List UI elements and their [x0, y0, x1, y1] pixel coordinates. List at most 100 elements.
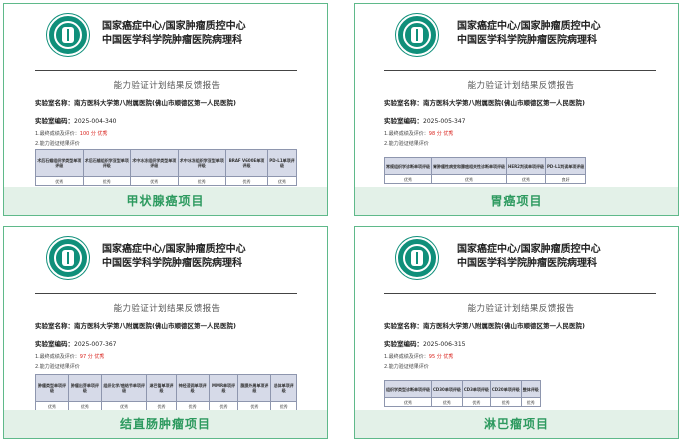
hospital-emblem-icon — [396, 237, 438, 279]
final-score-line: 1.最终成绩及评价：98 分 优秀 — [384, 130, 453, 137]
lab-code-line: 实验室编码：2025-004-340 — [35, 115, 117, 125]
institution-line-2: 中国医学科学院肿瘤医院病理科 — [102, 258, 242, 269]
header-divider — [384, 293, 656, 294]
lab-code-label: 实验室编码： — [384, 117, 423, 125]
report-title: 能力验证计划结果反馈报告 — [113, 304, 221, 314]
lab-code-line: 实验室编码：2025-007-367 — [35, 338, 117, 348]
institution-line-2: 中国医学科学院肿瘤医院病理科 — [102, 35, 242, 46]
report-card-colorectal[interactable]: 国家癌症中心/国家肿瘤质控中心 中国医学科学院肿瘤医院病理科 能力验证计划结果反… — [3, 226, 328, 439]
project-caption: 结直肠肿瘤项目 — [4, 410, 327, 438]
institution-line-1: 国家癌症中心/国家肿瘤质控中心 — [457, 21, 601, 32]
project-caption: 淋巴瘤项目 — [355, 410, 678, 438]
table-value-cell: 优秀 — [431, 397, 463, 407]
hospital-emblem-icon — [47, 14, 89, 56]
lab-name-value: 南方医科大学第八附属医院(佛山市顺德区第一人民医院) — [74, 99, 236, 107]
lab-name-label: 实验室名称： — [35, 99, 74, 107]
institution-line-2: 中国医学科学院肿瘤医院病理科 — [457, 35, 597, 46]
institution-name: 国家癌症中心/国家肿瘤质控中心 中国医学科学院肿瘤医院病理科 — [457, 20, 601, 48]
table-header-cell: 淋巴管单项评级 — [146, 374, 177, 402]
table-header-cell: 总体单项评级 — [270, 374, 297, 402]
table-header-cell: 术后石蜡组织学亚型单项评级 — [82, 149, 131, 177]
table-value-cell: 优秀 — [384, 397, 432, 407]
report-card-gastric[interactable]: 国家癌症中心/国家肿瘤质控中心 中国医学科学院肿瘤医院病理科 能力验证计划结果反… — [354, 3, 679, 216]
lab-code-label: 实验室编码： — [35, 340, 74, 348]
report-title: 能力验证计划结果反馈报告 — [467, 81, 575, 91]
lab-name-label: 实验室名称： — [384, 99, 423, 107]
table-header-cell: HER2判读单项评级 — [506, 157, 546, 175]
table-value-cell: 优秀 — [82, 176, 131, 186]
lab-code-label: 实验室编码： — [35, 117, 74, 125]
lab-name-line: 实验室名称：南方医科大学第八附属医院(佛山市顺德区第一人民医院) — [35, 97, 236, 107]
final-score-value: 95 分 优秀 — [428, 354, 454, 360]
lab-code-label: 实验室编码： — [384, 340, 423, 348]
report-title: 能力验证计划结果反馈报告 — [113, 81, 221, 91]
final-score-line: 1.最终成绩及评价：100 分 优秀 — [35, 130, 108, 137]
institution-name: 国家癌症中心/国家肿瘤质控中心 中国医学科学院肿瘤医院病理科 — [102, 243, 246, 271]
final-score-line: 1.最终成绩及评价：97 分 优秀 — [35, 353, 104, 360]
table-value-cell: 优秀 — [461, 397, 491, 407]
table-header-cell: 术中冰冻组织学亚型单项评级 — [177, 149, 226, 177]
table-value-cell: 优秀 — [520, 397, 541, 407]
final-score-line: 1.最终成绩及评价：95 分 优秀 — [384, 353, 453, 360]
lab-code-line: 实验室编码：2025-005-347 — [384, 115, 466, 125]
evaluation-label: 2.能力验证结果评价 — [384, 141, 429, 147]
institution-line-1: 国家癌症中心/国家肿瘤质控中心 — [457, 244, 601, 255]
report-title: 能力验证计划结果反馈报告 — [467, 304, 575, 314]
report-card-lymphoma[interactable]: 国家癌症中心/国家肿瘤质控中心 中国医学科学院肿瘤医院病理科 能力验证计划结果反… — [354, 226, 679, 439]
table-value-cell: 良好 — [544, 174, 587, 184]
report-document: 国家癌症中心/国家肿瘤质控中心 中国医学科学院肿瘤医院病理科 能力验证计划结果反… — [33, 4, 301, 189]
table-value-cell: 优秀 — [35, 176, 84, 186]
final-score-label: 1.最终成绩及评价： — [384, 131, 429, 137]
evaluation-label: 2.能力验证结果评价 — [35, 141, 80, 147]
table-value-cell: 优秀 — [266, 176, 298, 186]
table-header-cell: 神经浸润单项评级 — [175, 374, 210, 402]
final-score-value: 98 分 优秀 — [428, 131, 454, 137]
evaluation-label: 2.能力验证结果评价 — [384, 364, 429, 370]
table-header-cell: 常规组织学诊断单项评级 — [384, 157, 432, 175]
lab-code-value: 2025-006-315 — [423, 341, 466, 348]
table-header-cell: 组织化学/癌结节单项评级 — [100, 374, 148, 402]
report-card-thyroid[interactable]: 国家癌症中心/国家肿瘤质控中心 中国医学科学院肿瘤医院病理科 能力验证计划结果反… — [3, 3, 328, 216]
table-header-cell: 术中冰冻组织学类型单项评级 — [130, 149, 179, 177]
institution-line-1: 国家癌症中心/国家肿瘤质控中心 — [102, 21, 246, 32]
lab-code-value: 2025-004-340 — [74, 118, 117, 125]
table-header-cell: 胃肿瘤性病变和腺癌相关性诊断单项评级 — [431, 157, 507, 175]
report-header: 国家癌症中心/国家肿瘤质控中心 中国医学科学院肿瘤医院病理科 — [33, 14, 301, 68]
report-header: 国家癌症中心/国家肿瘤质控中心 中国医学科学院肿瘤医院病理科 — [382, 14, 660, 68]
header-divider — [35, 70, 297, 71]
table-header-cell: 整体评级 — [520, 380, 541, 398]
lab-name-value: 南方医科大学第八附属医院(佛山市顺德区第一人民医院) — [423, 99, 585, 107]
table-header-cell: 组织学类型诊断单项评级 — [384, 380, 432, 398]
table-header-cell: PD-L1判读单项评级 — [544, 157, 587, 175]
final-score-label: 1.最终成绩及评价： — [35, 131, 80, 137]
table-header-cell: 腹膜外周单项评级 — [237, 374, 272, 402]
table-value-cell: 优秀 — [384, 174, 432, 184]
final-score-value: 100 分 优秀 — [79, 131, 108, 137]
table-value-cell: 优秀 — [506, 174, 546, 184]
hospital-emblem-icon — [47, 237, 89, 279]
report-document: 国家癌症中心/国家肿瘤质控中心 中国医学科学院肿瘤医院病理科 能力验证计划结果反… — [33, 227, 301, 412]
lab-name-value: 南方医科大学第八附属医院(佛山市顺德区第一人民医院) — [423, 322, 585, 330]
lab-name-line: 实验室名称：南方医科大学第八附属医院(佛山市顺德区第一人民医院) — [35, 320, 236, 330]
final-score-label: 1.最终成绩及评价： — [35, 354, 80, 360]
evaluation-label: 2.能力验证结果评价 — [35, 364, 80, 370]
lab-code-value: 2025-007-367 — [74, 341, 117, 348]
table-value-cell: 优秀 — [177, 176, 226, 186]
report-document: 国家癌症中心/国家肿瘤质控中心 中国医学科学院肿瘤医院病理科 能力验证计划结果反… — [382, 4, 660, 189]
table-value-cell: 优秀 — [431, 174, 507, 184]
table-header-cell: 肿瘤类型单项评级 — [35, 374, 69, 402]
institution-line-2: 中国医学科学院肿瘤医院病理科 — [457, 258, 597, 269]
table-header-cell: CD30单项评级 — [431, 380, 463, 398]
evaluation-table: 肿瘤类型单项评级 肿瘤出芽单项评级 组织化学/癌结节单项评级 淋巴管单项评级 神… — [35, 374, 297, 411]
report-document: 国家癌症中心/国家肿瘤质控中心 中国医学科学院肿瘤医院病理科 能力验证计划结果反… — [382, 227, 660, 412]
table-value-cell: 优秀 — [489, 397, 522, 407]
header-divider — [35, 293, 297, 294]
lab-name-line: 实验室名称：南方医科大学第八附属医院(佛山市顺德区第一人民医院) — [384, 97, 585, 107]
lab-code-value: 2025-005-347 — [423, 118, 466, 125]
header-divider — [384, 70, 656, 71]
project-caption: 甲状腺癌项目 — [4, 187, 327, 215]
table-header-cell: CD20单项评级 — [489, 380, 522, 398]
evaluation-table: 常规组织学诊断单项评级 胃肿瘤性病变和腺癌相关性诊断单项评级 HER2判读单项评… — [384, 157, 587, 184]
table-value-cell: 优秀 — [225, 176, 268, 186]
table-header-cell: 术后石蜡组织学类型单项评级 — [35, 149, 84, 177]
